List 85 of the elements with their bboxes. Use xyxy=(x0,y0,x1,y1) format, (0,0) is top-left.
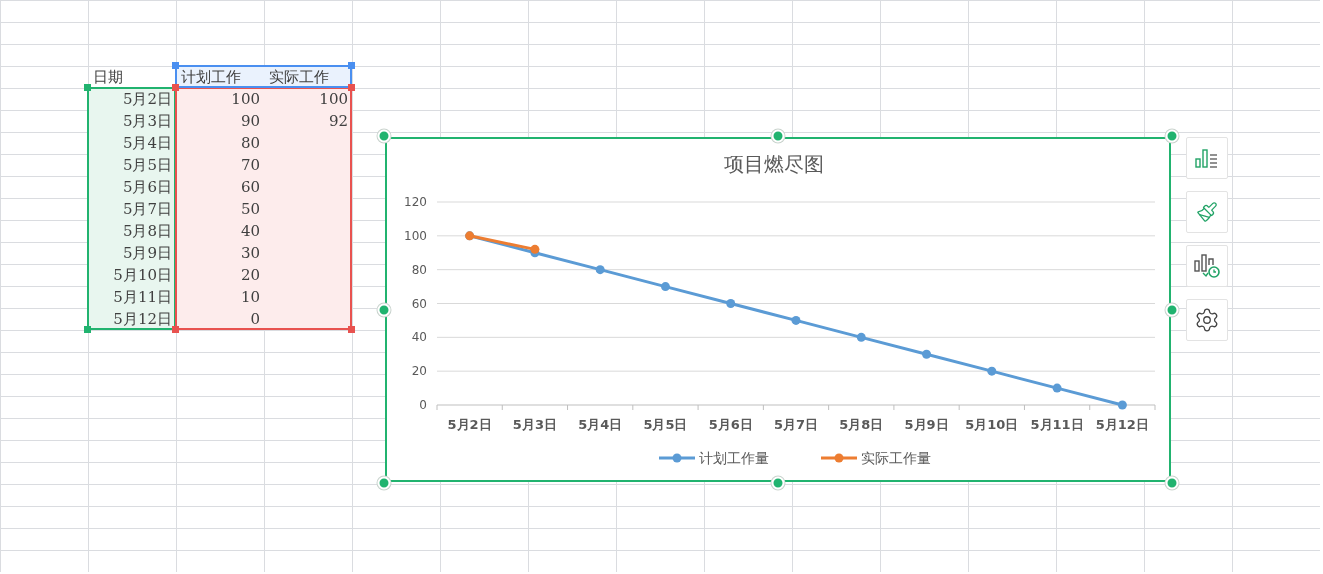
resize-handle[interactable] xyxy=(771,476,785,490)
x-tick-label: 5月4日 xyxy=(578,417,623,432)
date-cell-text: 5月8日 xyxy=(121,221,173,242)
data-point xyxy=(530,244,540,254)
y-tick-label: 20 xyxy=(411,364,427,379)
resize-handle[interactable] xyxy=(771,129,785,143)
date-cell-text: 5月5日 xyxy=(121,155,173,176)
number-cell-text: 0 xyxy=(249,309,261,330)
number-cell-text: 30 xyxy=(239,243,261,264)
number-cell-text: 90 xyxy=(239,111,261,132)
data-point xyxy=(660,282,670,292)
number-cell-text: 40 xyxy=(239,221,261,242)
brush-icon xyxy=(1196,201,1218,223)
x-tick-label: 5月8日 xyxy=(839,417,884,432)
number-cell-text: 20 xyxy=(239,265,261,286)
resize-handle[interactable] xyxy=(1165,476,1179,490)
data-point xyxy=(856,332,866,342)
range-handle[interactable] xyxy=(84,84,91,91)
date-cell-text: 5月11日 xyxy=(112,287,173,308)
date-cell-text: 5月12日 xyxy=(112,309,173,330)
date-cell-text: 5月2日 xyxy=(121,89,173,110)
x-tick-label: 5月12日 xyxy=(1095,417,1149,432)
x-tick-label: 5月5日 xyxy=(643,417,688,432)
x-tick-label: 5月7日 xyxy=(773,417,819,432)
settings-button[interactable] xyxy=(1186,299,1228,341)
data-point xyxy=(987,366,997,376)
x-tick-label: 5月11日 xyxy=(1030,417,1084,432)
number-cell-text: 60 xyxy=(239,177,261,198)
date-cell-text: 5月9日 xyxy=(121,243,173,264)
number-cell-text: 100 xyxy=(230,89,261,110)
resize-handle[interactable] xyxy=(377,476,391,490)
x-tick-label: 5月3日 xyxy=(512,417,557,432)
data-point xyxy=(595,265,605,275)
x-tick-label: 5月10日 xyxy=(965,417,1019,432)
resize-handle[interactable] xyxy=(377,129,391,143)
x-tick-label: 5月2日 xyxy=(447,417,492,432)
y-tick-label: 120 xyxy=(404,195,427,209)
range-handle[interactable] xyxy=(348,326,355,333)
date-cell-text: 5月4日 xyxy=(121,133,173,154)
data-point xyxy=(726,299,736,308)
y-tick-label: 60 xyxy=(411,296,427,311)
data-point xyxy=(1052,383,1062,393)
number-cell-text: 80 xyxy=(239,133,261,154)
legend-label: 计划工作量 xyxy=(699,450,769,466)
resize-handle[interactable] xyxy=(1165,129,1179,143)
filter-button[interactable] xyxy=(1186,245,1228,287)
chart-title: 项目燃尽图 xyxy=(724,152,824,176)
date-cell-text: 5月3日 xyxy=(121,111,173,132)
y-tick-label: 0 xyxy=(419,398,427,412)
chart-frame[interactable]: 项目燃尽图 0 20 40 60 80 100 120 5月2日 5月3日 5月4日 5月5日 5月6日 5月7日 5月8日 5月9日 5月10日 5月11日 5月12日 计划工作量 实际工作量 xyxy=(385,137,1171,482)
data-point xyxy=(1117,400,1127,410)
y-tick-label: 80 xyxy=(411,262,427,277)
x-tick-label: 5月9日 xyxy=(904,417,949,432)
elements-button[interactable] xyxy=(1186,137,1228,179)
resize-handle[interactable] xyxy=(377,303,391,316)
chart-filter-icon xyxy=(1193,253,1221,279)
number-cell-text: 50 xyxy=(239,199,261,220)
date-cell-text: 5月6日 xyxy=(121,177,173,198)
header-cell-text: 实际工作 xyxy=(268,67,330,88)
header-cell-text: 日期 xyxy=(92,67,124,88)
bar-chart-icon xyxy=(1194,147,1220,169)
range-handle[interactable] xyxy=(172,62,179,69)
legend-marker xyxy=(659,453,695,463)
number-cell-text: 10 xyxy=(239,287,261,308)
range-handle[interactable] xyxy=(172,326,179,333)
resize-handle[interactable] xyxy=(1165,303,1179,316)
y-tick-label: 40 xyxy=(411,330,427,345)
header-cell-text: 计划工作 xyxy=(180,67,242,88)
data-point xyxy=(791,315,801,325)
range-handle[interactable] xyxy=(84,326,91,333)
range-handle[interactable] xyxy=(172,84,179,91)
settings-icon xyxy=(1194,307,1220,333)
style-button[interactable] xyxy=(1186,191,1228,233)
date-cell-text: 5月7日 xyxy=(121,199,173,220)
range-handle[interactable] xyxy=(348,62,355,69)
range-handle[interactable] xyxy=(348,84,355,91)
number-cell-text: 100 xyxy=(318,89,349,110)
number-cell-text: 70 xyxy=(239,155,261,176)
legend-label: 实际工作量 xyxy=(861,450,931,466)
data-point xyxy=(922,349,932,359)
x-tick-label: 5月6日 xyxy=(708,417,753,432)
number-cell-text: 92 xyxy=(327,111,349,132)
y-tick-label: 100 xyxy=(404,228,427,243)
legend-marker xyxy=(821,453,857,463)
date-cell-text: 5月10日 xyxy=(112,265,173,286)
